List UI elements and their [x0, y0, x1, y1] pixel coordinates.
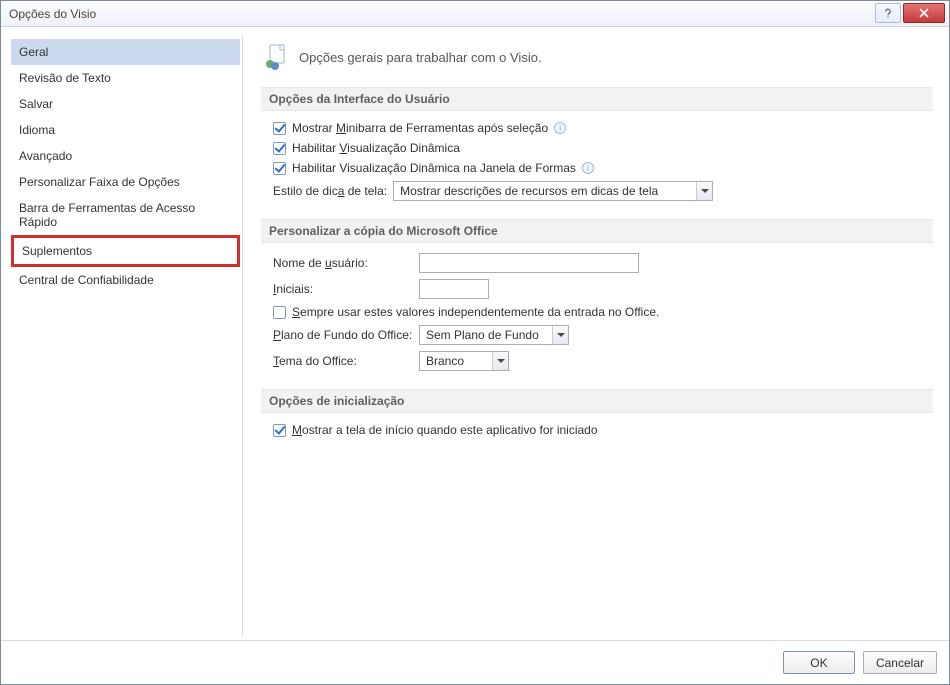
- category-sidebar: Geral Revisão de Texto Salvar Idioma Ava…: [11, 35, 243, 636]
- initials-input[interactable]: [419, 279, 489, 299]
- sidebar-item-addins[interactable]: Suplementos: [11, 235, 240, 267]
- tooltip-style-label: Estilo de dica de tela:: [273, 184, 387, 198]
- option-dynamic-view[interactable]: Habilitar Visualização Dinâmica: [273, 141, 927, 155]
- page-intro: Opções gerais para trabalhar com o Visio…: [261, 43, 933, 71]
- checkbox-show-minibar[interactable]: [273, 122, 286, 135]
- sidebar-item-label: Salvar: [19, 97, 53, 111]
- checkbox-always-use[interactable]: [273, 306, 286, 319]
- sidebar-item-proofing[interactable]: Revisão de Texto: [11, 65, 240, 91]
- options-dialog: Opções do Visio Geral Revisão de Texto S…: [0, 0, 950, 685]
- option-label: Habilitar Visualização Dinâmica: [292, 141, 460, 155]
- sidebar-item-quick-access-toolbar[interactable]: Barra de Ferramentas de Acesso Rápido: [11, 195, 240, 235]
- option-label: Mostrar Minibarra de Ferramentas após se…: [292, 121, 548, 135]
- sidebar-item-label: Revisão de Texto: [19, 71, 111, 85]
- initials-label: Iniciais:: [273, 282, 413, 296]
- office-theme-combo[interactable]: Branco: [419, 351, 509, 371]
- combo-value: Sem Plano de Fundo: [420, 326, 552, 344]
- section-personalize-header: Personalizar a cópia do Microsoft Office: [261, 219, 933, 243]
- option-show-start-screen[interactable]: Mostrar a tela de início quando este apl…: [273, 423, 927, 437]
- dialog-footer: OK Cancelar: [1, 640, 949, 684]
- office-theme-row: Tema do Office: Branco: [273, 351, 927, 371]
- sidebar-item-label: Personalizar Faixa de Opções: [19, 175, 180, 189]
- option-dynamic-view-shapes[interactable]: Habilitar Visualização Dinâmica na Janel…: [273, 161, 927, 175]
- sidebar-item-label: Central de Confiabilidade: [19, 273, 154, 287]
- username-row: Nome de usuário:: [273, 253, 927, 273]
- titlebar: Opções do Visio: [1, 1, 949, 27]
- sidebar-item-label: Geral: [19, 45, 48, 59]
- info-icon[interactable]: i: [582, 162, 594, 174]
- sidebar-item-label: Avançado: [19, 149, 72, 163]
- section-ui-header: Opções da Interface do Usuário: [261, 87, 933, 111]
- office-theme-label: Tema do Office:: [273, 354, 413, 368]
- cancel-button[interactable]: Cancelar: [863, 651, 937, 674]
- close-button[interactable]: [903, 3, 945, 23]
- options-content: Opções gerais para trabalhar com o Visio…: [249, 35, 939, 636]
- initials-row: Iniciais:: [273, 279, 927, 299]
- office-background-combo[interactable]: Sem Plano de Fundo: [419, 325, 569, 345]
- sidebar-item-save[interactable]: Salvar: [11, 91, 240, 117]
- option-label: Mostrar a tela de início quando este apl…: [292, 423, 598, 437]
- tooltip-style-row: Estilo de dica de tela: Mostrar descriçõ…: [273, 181, 927, 201]
- intro-text: Opções gerais para trabalhar com o Visio…: [299, 50, 542, 65]
- sidebar-item-language[interactable]: Idioma: [11, 117, 240, 143]
- section-personalize-body: Nome de usuário: Iniciais: Sempre usar e…: [261, 253, 933, 389]
- chevron-down-icon: [552, 326, 568, 344]
- option-label: Sempre usar estes valores independenteme…: [292, 305, 659, 319]
- sidebar-item-customize-ribbon[interactable]: Personalizar Faixa de Opções: [11, 169, 240, 195]
- office-background-row: Plano de Fundo do Office: Sem Plano de F…: [273, 325, 927, 345]
- close-icon: [919, 8, 929, 18]
- tooltip-style-combo[interactable]: Mostrar descrições de recursos em dicas …: [393, 181, 713, 201]
- checkbox-dynamic-view[interactable]: [273, 142, 286, 155]
- sidebar-item-trust-center[interactable]: Central de Confiabilidade: [11, 267, 240, 293]
- chevron-down-icon: [696, 182, 712, 200]
- sidebar-item-label: Suplementos: [22, 244, 92, 258]
- office-background-label: Plano de Fundo do Office:: [273, 328, 413, 342]
- option-show-minibar[interactable]: Mostrar Minibarra de Ferramentas após se…: [273, 121, 927, 135]
- section-startup-body: Mostrar a tela de início quando este apl…: [261, 423, 933, 455]
- help-icon: [882, 7, 894, 19]
- chevron-down-icon: [492, 352, 508, 370]
- titlebar-buttons: [875, 1, 949, 26]
- username-input[interactable]: [419, 253, 639, 273]
- info-icon[interactable]: i: [554, 122, 566, 134]
- combo-value: Branco: [420, 352, 492, 370]
- checkbox-dynamic-view-shapes[interactable]: [273, 162, 286, 175]
- checkbox-show-start-screen[interactable]: [273, 424, 286, 437]
- username-label: Nome de usuário:: [273, 256, 413, 270]
- sidebar-item-label: Barra de Ferramentas de Acesso Rápido: [19, 201, 195, 229]
- sidebar-item-advanced[interactable]: Avançado: [11, 143, 240, 169]
- option-label: Habilitar Visualização Dinâmica na Janel…: [292, 161, 576, 175]
- section-ui-body: Mostrar Minibarra de Ferramentas após se…: [261, 121, 933, 219]
- section-startup-header: Opções de inicialização: [261, 389, 933, 413]
- option-always-use[interactable]: Sempre usar estes valores independenteme…: [273, 305, 927, 319]
- ok-button[interactable]: OK: [783, 651, 855, 674]
- sidebar-item-label: Idioma: [19, 123, 55, 137]
- sidebar-item-general[interactable]: Geral: [11, 39, 240, 65]
- combo-value: Mostrar descrições de recursos em dicas …: [394, 182, 696, 200]
- window-title: Opções do Visio: [9, 7, 875, 21]
- help-button[interactable]: [875, 3, 901, 23]
- general-options-icon: [261, 43, 289, 71]
- dialog-body: Geral Revisão de Texto Salvar Idioma Ava…: [1, 27, 949, 640]
